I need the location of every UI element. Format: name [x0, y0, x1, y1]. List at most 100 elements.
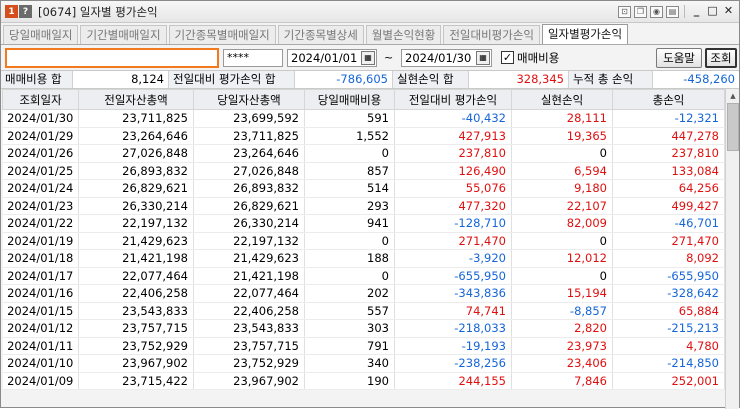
table-cell: 22,406,258	[193, 302, 305, 320]
column-header[interactable]: 당일자산총액	[193, 89, 305, 110]
tab-monthly-pnl[interactable]: 월별손익현황	[365, 25, 442, 44]
table-row[interactable]: 2024/01/09 23,715,422 23,967,902 190 244,155…	[2, 372, 725, 390]
table-cell: 2024/01/22	[2, 214, 79, 233]
column-header[interactable]: 전일대비 평가손익	[394, 89, 512, 110]
column-header[interactable]: 전일자산총액	[78, 89, 194, 110]
start-date-field[interactable]: 2024/01/01 ▦	[287, 49, 377, 67]
table-cell: 23,264,646	[193, 144, 305, 163]
table-cell: 6,594	[511, 162, 613, 180]
table-row[interactable]: 2024/01/22 22,197,132 26,330,214 941 -128,71…	[2, 214, 725, 233]
table-cell: 0	[511, 232, 613, 250]
table-cell: 26,330,214	[193, 214, 305, 233]
password-field[interactable]: ****	[223, 49, 283, 67]
fee-total-value: 8,124	[73, 71, 169, 88]
table-cell: 26,829,621	[193, 197, 305, 215]
start-date-value: 2024/01/01	[291, 51, 358, 65]
table-cell: 499,427	[612, 197, 725, 215]
table-row[interactable]: 2024/01/29 23,264,646 23,711,825 1,552 427,9…	[2, 127, 725, 145]
table-row[interactable]: 2024/01/15 23,543,833 22,406,258 557 74,741-…	[2, 302, 725, 320]
table-row[interactable]: 2024/01/18 21,421,198 21,429,623 188 -3,920 1…	[2, 249, 725, 268]
date-range-separator: ~	[384, 51, 394, 64]
table-row[interactable]: 2024/01/24 26,829,621 26,893,832 514 55,076 9…	[2, 179, 725, 198]
table-cell: 22,197,132	[78, 214, 194, 233]
table-cell: 0	[304, 267, 395, 285]
vertical-scrollbar[interactable]: ▲	[725, 89, 739, 409]
tab-period-stock-detail[interactable]: 기간종목별상세	[277, 25, 364, 44]
fee-checkbox[interactable]: ✓	[501, 51, 514, 64]
realized-total-value: 328,345	[469, 71, 569, 88]
table-cell: 74,741	[394, 302, 512, 320]
table-row[interactable]: 2024/01/12 23,757,715 23,543,833 303 -218,03…	[2, 319, 725, 338]
tab-bar: 당일매매일지 기간별매매일지 기간종목별매매일지 기간종목별상세 월별손익현황 …	[1, 23, 739, 45]
account-input[interactable]	[5, 48, 219, 68]
table-row[interactable]: 2024/01/26 27,026,848 23,264,646 0 237,810 0 2…	[2, 144, 725, 163]
column-header[interactable]: 실현손익	[511, 89, 613, 110]
table-cell: 2024/01/19	[2, 232, 79, 250]
screen-number-badge[interactable]: 1	[5, 5, 18, 18]
table-row[interactable]: 2024/01/17 22,077,464 21,421,198 0 -655,950 0…	[2, 267, 725, 285]
table-header-row: 조회일자 전일자산총액 당일자산총액 당일매매비용 전일대비 평가손익 실현손익 총손익	[2, 89, 725, 110]
table-cell: 23,752,929	[193, 354, 305, 373]
table-cell: 23,543,833	[193, 319, 305, 338]
table-cell: -215,213	[612, 319, 725, 338]
table-row[interactable]: 2024/01/19 21,429,623 22,197,132 0 271,470 0 2…	[2, 232, 725, 250]
table-cell: 23,699,592	[193, 109, 305, 128]
table-cell: 126,490	[394, 162, 512, 180]
tab-prev-day-eval[interactable]: 전일대비평가손익	[443, 25, 540, 44]
column-header[interactable]: 당일매매비용	[304, 89, 395, 110]
table-row[interactable]: 2024/01/25 26,893,832 27,026,848 857 126,490…	[2, 162, 725, 180]
table-body: 2024/01/30 23,711,825 23,699,592 591 -40,432…	[2, 109, 725, 390]
table-cell: 2024/01/23	[2, 197, 79, 215]
table-cell: 26,893,832	[193, 179, 305, 198]
lock-icon[interactable]: ⊡	[618, 5, 631, 18]
table-cell: 237,810	[612, 144, 725, 163]
table-cell: -655,950	[394, 267, 512, 285]
table-row[interactable]: 2024/01/16 22,406,258 22,077,464 202 -343,83…	[2, 284, 725, 303]
table-cell: 19,365	[511, 127, 613, 145]
tab-daily-journal[interactable]: 당일매매일지	[3, 25, 79, 44]
table-cell: 22,197,132	[193, 232, 305, 250]
query-button[interactable]: 조회	[705, 48, 737, 68]
table-cell: 0	[304, 144, 395, 163]
end-date-field[interactable]: 2024/01/30 ▦	[401, 49, 492, 67]
table-cell: 0	[304, 232, 395, 250]
table-row[interactable]: 2024/01/30 23,711,825 23,699,592 591 -40,432…	[2, 109, 725, 128]
table-row[interactable]: 2024/01/10 23,967,902 23,752,929 340 -238,25…	[2, 354, 725, 373]
calendar-icon[interactable]: ▦	[476, 51, 490, 65]
column-header[interactable]: 총손익	[612, 89, 725, 110]
table-cell: 23,715,422	[78, 372, 194, 390]
help-button[interactable]: 도움말	[656, 48, 702, 68]
table-cell: 271,470	[394, 232, 512, 250]
minimize-icon[interactable]: _	[690, 5, 703, 18]
scrollbar-thumb[interactable]	[727, 103, 739, 151]
table-row[interactable]: 2024/01/11 23,752,929 23,757,715 791 -19,193…	[2, 337, 725, 355]
table-cell: 23,752,929	[78, 337, 194, 355]
table-cell: -8,857	[511, 302, 613, 320]
table-cell: 23,406	[511, 354, 613, 373]
camera-icon[interactable]: ◉	[650, 5, 663, 18]
fee-checkbox-label[interactable]: 매매비용	[517, 50, 559, 66]
tab-period-stock-journal[interactable]: 기간종목별매매일지	[168, 25, 276, 44]
table-cell: 2,820	[511, 319, 613, 338]
tab-period-journal[interactable]: 기간별매매일지	[80, 25, 167, 44]
table-cell: 23,757,715	[78, 319, 194, 338]
scroll-up-icon[interactable]: ▲	[726, 89, 740, 103]
copy-icon[interactable]: ❐	[634, 5, 647, 18]
table-row[interactable]: 2024/01/23 26,330,214 26,829,621 293 477,320…	[2, 197, 725, 215]
column-header[interactable]: 조회일자	[2, 89, 79, 110]
close-icon[interactable]: ✕	[722, 5, 735, 18]
calendar-icon[interactable]: ▦	[361, 51, 375, 65]
table-cell: 303	[304, 319, 395, 338]
help-badge-icon[interactable]: ?	[19, 5, 32, 18]
print-icon[interactable]: ▤	[666, 5, 679, 18]
maximize-icon[interactable]: □	[706, 5, 719, 18]
table-cell: 477,320	[394, 197, 512, 215]
table-cell: 2024/01/09	[2, 372, 79, 390]
table-cell: 514	[304, 179, 395, 198]
table-cell: -218,033	[394, 319, 512, 338]
table-cell: 23,543,833	[78, 302, 194, 320]
realized-total-label: 실현손익 합	[393, 71, 469, 88]
table-cell: 2024/01/15	[2, 302, 79, 320]
tab-daily-eval[interactable]: 일자별평가손익	[541, 24, 629, 44]
title-bar-divider	[684, 5, 685, 18]
